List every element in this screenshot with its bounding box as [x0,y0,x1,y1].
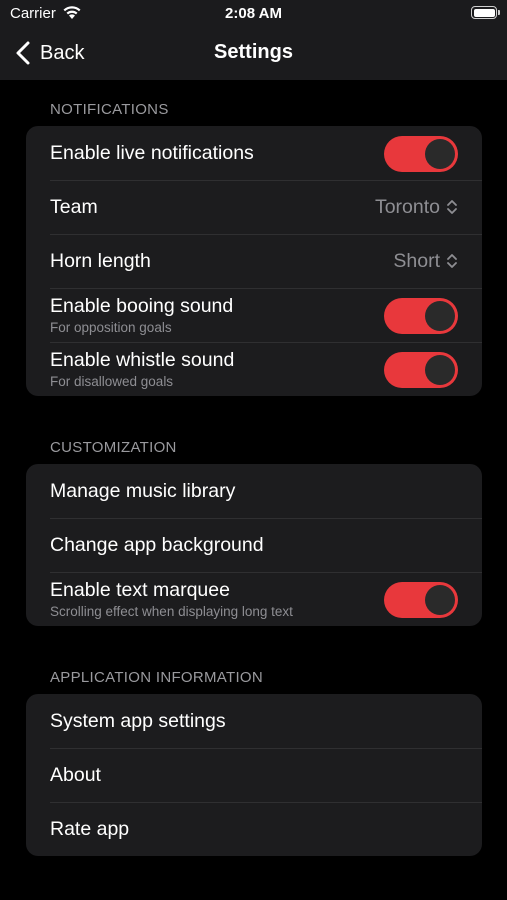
live-notifications-toggle[interactable] [384,136,458,172]
row-rate-app[interactable]: Rate app [26,802,482,856]
row-booing-sound: Enable booing sound For opposition goals [26,288,482,342]
chevron-up-down-icon [447,254,457,268]
text-marquee-toggle[interactable] [384,582,458,618]
row-sublabel: For opposition goals [50,320,172,335]
toggle-knob [425,301,455,331]
row-label: Change app background [50,533,264,556]
row-label: Enable text marquee [50,579,230,601]
row-change-app-background[interactable]: Change app background [26,518,482,572]
team-value: Toronto [374,195,440,218]
horn-length-picker[interactable]: Short [393,234,458,288]
chevron-up-down-icon [447,200,457,214]
status-bar: Carrier 2:08 AM [0,0,507,28]
row-label: Horn length [50,249,151,272]
row-horn-length[interactable]: Horn length Short [26,234,482,288]
row-label: About [50,763,101,786]
section-header-app-info: APPLICATION INFORMATION [50,669,264,686]
toggle-knob [425,355,455,385]
row-label: Enable booing sound [50,295,234,317]
row-label: Enable whistle sound [50,349,235,371]
section-header-notifications: NOTIFICATIONS [50,101,169,118]
clock: 2:08 AM [225,5,282,22]
toggle-knob [425,585,455,615]
booing-sound-toggle[interactable] [384,298,458,334]
horn-length-value: Short [393,249,440,272]
toggle-knob [425,139,455,169]
row-team[interactable]: Team Toronto [26,180,482,234]
row-label: Enable live notifications [50,141,254,164]
customization-group: Manage music library Change app backgrou… [26,464,482,626]
row-label: System app settings [50,709,226,732]
row-text: Enable text marquee Scrolling effect whe… [50,579,293,619]
row-label: Team [50,195,98,218]
row-sublabel: For disallowed goals [50,374,174,389]
row-system-app-settings[interactable]: System app settings [26,694,482,748]
notifications-group: Enable live notifications Team Toronto H… [26,126,482,396]
row-sublabel: Scrolling effect when displaying long te… [50,604,293,619]
row-text: Enable booing sound For opposition goals [50,295,233,335]
row-whistle-sound: Enable whistle sound For disallowed goal… [26,342,482,396]
row-text: Enable whistle sound For disallowed goal… [50,349,234,389]
whistle-sound-toggle[interactable] [384,352,458,388]
app-info-group: System app settings About Rate app [26,694,482,856]
row-manage-music-library[interactable]: Manage music library [26,464,482,518]
navigation-bar: Carrier 2:08 AM Back Settings [0,0,507,80]
row-label: Manage music library [50,479,236,502]
row-about[interactable]: About [26,748,482,802]
section-header-customization: CUSTOMIZATION [50,439,177,456]
row-text-marquee: Enable text marquee Scrolling effect whe… [26,572,482,626]
battery-icon [471,6,500,19]
team-picker[interactable]: Toronto [375,180,458,234]
row-label: Rate app [50,817,130,840]
row-live-notifications: Enable live notifications [26,126,482,180]
page-title: Settings [214,41,293,63]
